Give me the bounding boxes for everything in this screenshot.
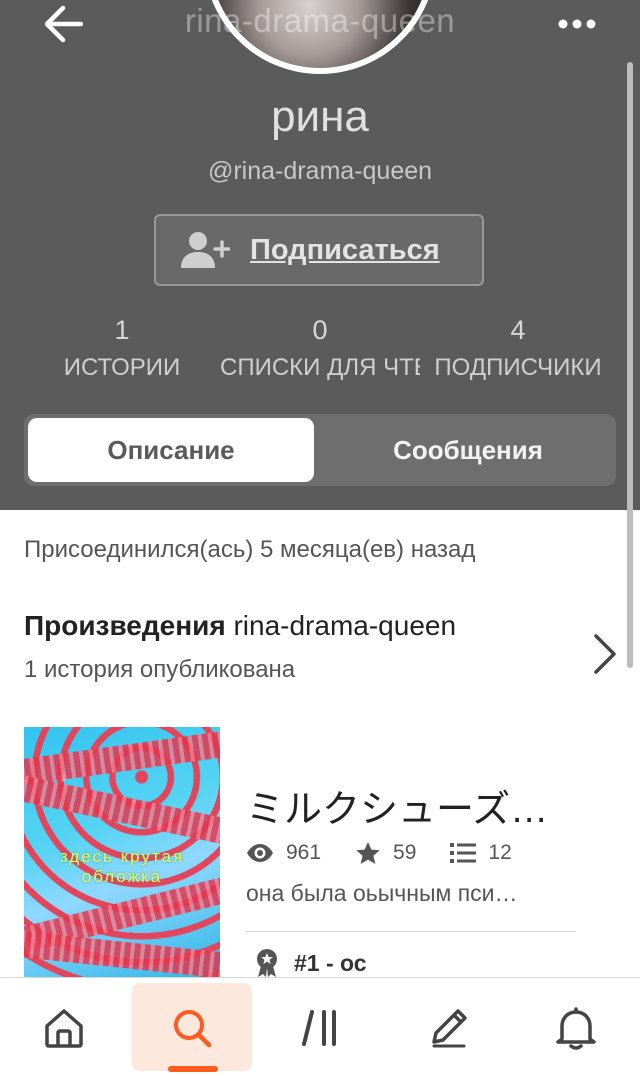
stat-reading-lists[interactable]: 0 СПИСКИ ДЛЯ ЧТЕНИЯ — [220, 312, 420, 388]
works-chevron-button[interactable] — [588, 630, 620, 678]
stat-followers[interactable]: 4 ПОДПИСЧИКИ — [418, 312, 618, 388]
bottom-navigation — [0, 977, 640, 1076]
nav-library[interactable] — [262, 978, 382, 1076]
list-icon — [450, 843, 477, 863]
nav-notifications[interactable] — [516, 978, 636, 1076]
bell-icon — [556, 1006, 596, 1050]
works-subtitle: 1 история опубликована — [24, 656, 296, 683]
parts-count: 12 — [450, 841, 512, 865]
profile-tabs: Описание Сообщения — [24, 414, 616, 486]
more-horizontal-icon — [558, 19, 596, 29]
story-cover[interactable]: здесь крутая обложка — [24, 727, 220, 977]
joined-date: Присоединился(ась) 5 месяца(ев) назад — [24, 536, 476, 563]
stat-stories-value: 1 — [114, 315, 130, 345]
add-user-icon — [181, 232, 230, 268]
display-name: рина — [271, 92, 369, 141]
profile-stats: 1 ИСТОРИИ 0 СПИСКИ ДЛЯ ЧТЕНИЯ 4 ПОДПИСЧИ… — [0, 312, 640, 392]
profile-header: rina-drama-queen рина @rina-drama-queen … — [0, 0, 640, 510]
eye-icon — [247, 844, 273, 862]
works-title-user: rina-drama-queen — [233, 610, 457, 641]
story-title[interactable]: ミルクシューズ… — [246, 778, 576, 833]
home-icon — [45, 1008, 83, 1048]
scrollbar[interactable] — [627, 62, 633, 668]
nav-active-indicator — [168, 1066, 218, 1072]
header-handle: rina-drama-queen — [184, 2, 456, 39]
story-stats: 961 59 12 — [246, 836, 546, 870]
library-icon — [302, 1009, 336, 1046]
nav-home[interactable] — [4, 978, 124, 1076]
story-tag-label: #1 - ос — [294, 949, 367, 976]
votes-count: 59 — [355, 841, 416, 865]
write-icon — [432, 1008, 467, 1047]
arrow-left-icon — [44, 5, 84, 43]
works-title[interactable]: Произведения rina-drama-queen — [24, 610, 456, 642]
chevron-right-icon — [594, 634, 616, 674]
more-options-button[interactable] — [552, 8, 602, 40]
cover-text: здесь крутая обложка — [59, 847, 185, 886]
nav-write[interactable] — [388, 978, 508, 1076]
star-icon — [356, 842, 380, 864]
back-button[interactable] — [38, 0, 88, 48]
divider — [246, 931, 576, 932]
follow-button[interactable]: Подписаться — [154, 214, 484, 286]
stat-reading-lists-label: СПИСКИ ДЛЯ ЧТЕНИЯ — [220, 354, 420, 381]
works-title-bold: Произведения — [24, 610, 226, 641]
stat-stories[interactable]: 1 ИСТОРИИ — [22, 312, 222, 388]
story-description: она была оьычным пси… — [246, 880, 518, 906]
nav-search[interactable] — [132, 978, 252, 1076]
search-icon — [174, 1009, 212, 1047]
stat-reading-lists-value: 0 — [312, 315, 328, 345]
stat-stories-label: ИСТОРИИ — [63, 354, 181, 381]
story-tag[interactable]: #1 - ос — [254, 948, 367, 978]
reads-count: 961 — [246, 841, 321, 865]
stat-followers-label: ПОДПИСЧИКИ — [434, 354, 602, 381]
follow-label: Подписаться — [250, 233, 440, 266]
ribbon-badge-icon — [257, 949, 277, 977]
username: @rina-drama-queen — [207, 157, 433, 185]
stat-followers-value: 4 — [510, 315, 526, 345]
tab-about[interactable]: Описание — [28, 418, 314, 482]
tab-messages[interactable]: Сообщения — [324, 418, 612, 482]
